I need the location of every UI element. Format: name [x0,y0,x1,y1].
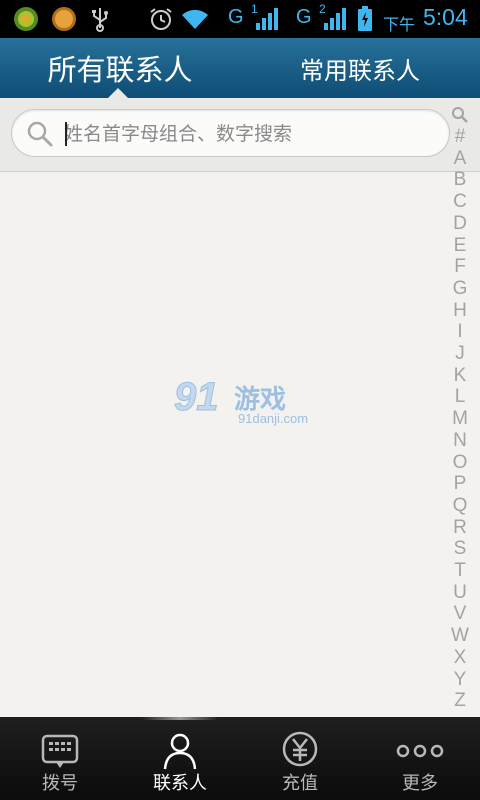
index-letter[interactable]: L [448,386,472,408]
dialpad-icon [41,734,79,768]
index-letter[interactable]: H [448,300,472,322]
status-bar: G 1 G 2 下午 5:04 [0,0,480,38]
search-box[interactable] [11,109,450,157]
network-type-1: G [228,6,244,28]
nav-more[interactable]: 更多 [360,717,480,800]
person-icon [163,733,197,770]
nav-label: 更多 [402,773,438,794]
nav-label: 充值 [282,773,318,794]
more-icon [396,744,444,758]
clock: 5:04 [423,4,468,30]
index-letter[interactable]: Y [448,669,472,691]
bottom-nav: 拨号 联系人 充值 更多 [0,717,480,800]
nav-label: 联系人 [153,773,207,794]
index-letter[interactable]: G [448,278,472,300]
index-letter[interactable]: E [448,235,472,257]
search-icon [27,121,53,147]
text-cursor [65,122,67,146]
watermark-logo: 91 游戏 91danji.com [172,372,312,428]
signal-icon [322,7,346,31]
index-letter[interactable]: A [448,148,472,170]
index-letter[interactable]: D [448,213,472,235]
alphabet-index-bar[interactable]: # A B C D E F G H I J K L M N O P Q R S T U V W X Y Z [448,104,472,716]
index-letter[interactable]: U [448,582,472,604]
time-period: 下午 [383,17,416,34]
tab-frequent-contacts[interactable]: 常用联系人 [240,38,480,98]
index-letter[interactable]: S [448,538,472,560]
wifi-icon [180,7,210,31]
index-letter[interactable]: V [448,603,472,625]
search-area [0,98,480,172]
search-input[interactable] [64,118,434,150]
index-letter[interactable]: N [448,430,472,452]
battery-charging-icon [356,6,374,31]
index-letter[interactable]: M [448,408,472,430]
signal-icon [254,7,278,31]
contact-list[interactable] [0,172,448,717]
index-letter[interactable]: O [448,452,472,474]
index-letter[interactable]: P [448,473,472,495]
index-letter[interactable]: Z [448,690,472,712]
index-letter[interactable]: J [448,343,472,365]
nav-label: 拨号 [42,773,78,794]
index-letter[interactable]: R [448,517,472,539]
network-type-2: G [296,6,312,28]
index-letter[interactable]: # [448,126,472,148]
watermark-brand-91: 91 [174,375,219,419]
watermark-domain: 91danji.com [238,411,308,426]
usb-icon [88,7,112,32]
index-letter[interactable]: F [448,256,472,278]
index-letter[interactable]: T [448,560,472,582]
yuan-icon [282,731,318,767]
nav-recharge[interactable]: 充值 [240,717,360,800]
index-letter[interactable]: C [448,191,472,213]
nav-dial[interactable]: 拨号 [0,717,120,800]
index-letter[interactable]: K [448,365,472,387]
index-letter[interactable]: W [448,625,472,647]
index-letter[interactable]: I [448,321,472,343]
index-letter[interactable]: B [448,169,472,191]
nav-contacts[interactable]: 联系人 [120,717,240,800]
tab-header: 所有联系人 常用联系人 [0,38,480,98]
app-orange-icon [50,7,78,31]
index-search-icon[interactable] [451,106,469,124]
alarm-icon [147,7,175,31]
index-letter[interactable]: X [448,647,472,669]
app-green-icon [12,7,40,31]
index-letter[interactable]: Q [448,495,472,517]
